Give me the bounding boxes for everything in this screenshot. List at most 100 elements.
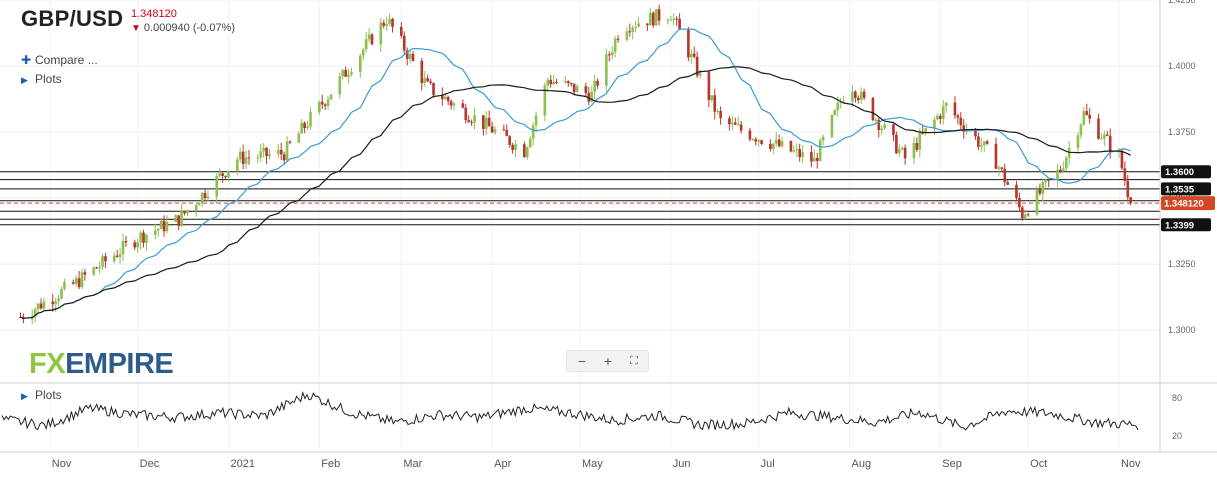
candle-body (769, 143, 772, 149)
candle-body (979, 145, 983, 147)
candle-body (821, 136, 825, 141)
candle-body (880, 128, 884, 131)
candle-body (57, 298, 60, 302)
candle-body (994, 143, 998, 169)
candle-body (997, 167, 1001, 169)
candle-body (303, 122, 306, 129)
candle-body (631, 27, 635, 32)
candle-body (698, 72, 702, 76)
candle-body (654, 9, 658, 26)
candle-body (1062, 168, 1065, 172)
candle-body (760, 140, 763, 144)
candle-body (306, 126, 309, 129)
candle-body (1059, 169, 1062, 172)
logo-empire: EMPIRE (65, 348, 174, 380)
candle-body (815, 157, 819, 161)
candle-body (153, 230, 157, 235)
candle-body (977, 136, 980, 147)
candle-body (95, 267, 98, 269)
candle-body (244, 157, 248, 164)
candle-body (874, 119, 878, 121)
play-triangle-icon: ▶ (21, 391, 28, 401)
candle-body (429, 81, 432, 83)
y-tick-label: 1.3250 (1168, 259, 1196, 269)
candle-body (420, 60, 424, 84)
plots-label: Plots (35, 72, 62, 86)
candle-body (142, 232, 145, 243)
x-tick-label: 2021 (230, 458, 254, 470)
candle-body (408, 53, 412, 59)
candle-body (402, 35, 406, 51)
candle-body (757, 140, 761, 142)
candle-body (133, 242, 137, 248)
candle-body (564, 81, 567, 83)
candle-body (276, 149, 280, 154)
candle-body (388, 18, 391, 24)
candle-body (523, 144, 526, 158)
candle-body (610, 52, 614, 56)
candle-body (616, 38, 620, 40)
candle-body (470, 121, 473, 123)
x-tick-label: Aug (851, 458, 871, 470)
candle-body (862, 91, 866, 98)
candle-body (203, 192, 207, 199)
candle-body (883, 124, 886, 129)
candle-body (897, 149, 901, 154)
candle-body (180, 210, 183, 226)
candle-body (833, 110, 837, 115)
down-arrow-icon: ▼ (131, 23, 141, 34)
plots-menu-button[interactable]: ▶ Plots (21, 72, 62, 86)
candle-body (247, 157, 251, 159)
candle-body (1015, 184, 1018, 198)
lower-plots-menu-button[interactable]: ▶ Plots (21, 388, 62, 402)
candle-body (634, 26, 637, 28)
candle-body (716, 111, 719, 113)
candle-body (443, 96, 447, 100)
x-tick-label: Sep (942, 458, 962, 470)
candle-body (256, 157, 260, 159)
x-tick-label: Mar (403, 458, 422, 470)
y-tick-label: 1.4250 (1168, 0, 1196, 5)
candle-body (607, 54, 611, 56)
candle-body (338, 76, 342, 95)
candle-body (941, 106, 945, 119)
level-tag-label: 1.3600 (1165, 167, 1194, 178)
candle-body (165, 221, 169, 232)
candle-body (687, 29, 690, 58)
candle-body (572, 83, 576, 93)
candle-body (625, 31, 629, 40)
candle-body (678, 18, 681, 30)
candle-body (936, 115, 939, 120)
candle-body (235, 159, 239, 171)
candle-body (1038, 189, 1042, 194)
last-price: 1.348120 (131, 8, 177, 20)
y-tick-label: 1.4000 (1168, 61, 1196, 71)
compare-label: Compare ... (35, 53, 98, 67)
candle-body (1035, 189, 1039, 215)
candle-body (98, 266, 101, 269)
candle-body (124, 240, 128, 243)
zoom-out-button[interactable]: − (569, 352, 595, 370)
candle-body (795, 149, 799, 151)
zoom-in-button[interactable]: + (595, 352, 621, 370)
compare-button[interactable]: ✚ Compare ... (21, 53, 98, 67)
candle-body (713, 95, 717, 112)
candle-body (115, 255, 119, 257)
candle-body (288, 141, 292, 143)
candle-body (1088, 114, 1092, 119)
candle-body (238, 151, 242, 160)
candle-body (370, 34, 374, 45)
candle-body (552, 81, 555, 85)
candle-body (194, 205, 198, 211)
candle-body (856, 97, 860, 101)
price-change: ▼ 0.000940 (-0.07%) (131, 22, 235, 34)
symbol-title: GBP/USD (21, 6, 124, 31)
fullscreen-button[interactable]: ⛶ (621, 352, 647, 370)
candle-body (566, 81, 570, 84)
candle-body (382, 22, 386, 26)
x-tick-label: Apr (494, 458, 511, 470)
candle-body (309, 112, 312, 127)
candle-body (136, 242, 139, 248)
candle-body (39, 303, 43, 309)
candle-body (60, 288, 63, 299)
